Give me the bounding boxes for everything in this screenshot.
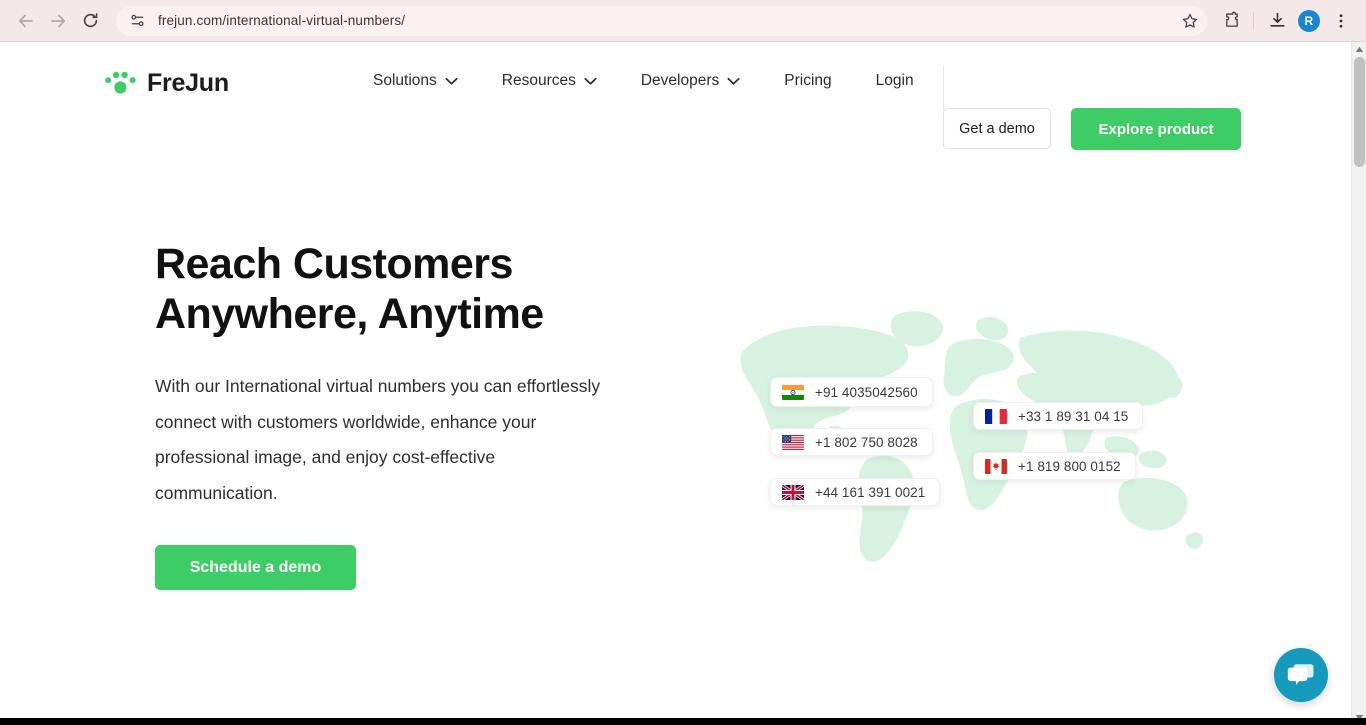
downloads-button[interactable] [1262, 6, 1292, 36]
nav-item-resources[interactable]: Resources [502, 72, 597, 90]
nav-label: Developers [641, 72, 719, 90]
scroll-up-arrow-icon [1355, 46, 1364, 53]
flag-uk-icon [782, 485, 804, 500]
scroll-up-button[interactable] [1352, 42, 1366, 57]
reload-button[interactable] [74, 5, 106, 37]
three-dot-menu-icon [1332, 12, 1350, 30]
profile-button[interactable]: R [1294, 6, 1324, 36]
nav-label: Resources [502, 72, 576, 90]
nav-label: Pricing [784, 72, 831, 90]
nav-item-solutions[interactable]: Solutions [373, 72, 458, 90]
address-bar[interactable]: frejun.com/international-virtual-numbers… [116, 6, 1207, 36]
forward-arrow-icon [48, 11, 68, 31]
heading-line-2: Anywhere, Anytime [155, 290, 544, 338]
site-logo[interactable]: FreJun [104, 69, 229, 98]
avatar: R [1298, 10, 1320, 32]
page-title: Reach Customers Anywhere, Anytime [155, 239, 675, 340]
site-header: FreJun Solutions Resources Developers Pr… [0, 42, 1351, 172]
hero-description: With our International virtual numbers y… [155, 369, 617, 511]
explore-product-button[interactable]: Explore product [1071, 108, 1241, 150]
frejun-paw-logo-icon [104, 70, 138, 98]
tune-sliders-icon [129, 12, 146, 29]
phone-number-card-canada[interactable]: +1 819 800 0152 [973, 452, 1136, 480]
page-bottom-edge [0, 718, 1366, 725]
site-settings-icon[interactable] [124, 8, 150, 34]
heading-line-1: Reach Customers [155, 240, 513, 288]
phone-number: +1 819 800 0152 [1018, 459, 1121, 474]
phone-number: +33 1 89 31 04 15 [1018, 409, 1128, 424]
primary-navigation: Solutions Resources Developers Pricing L… [373, 72, 914, 90]
back-arrow-icon [16, 11, 36, 31]
scrollbar-thumb[interactable] [1354, 57, 1365, 167]
chevron-down-icon [727, 77, 740, 86]
flag-france-icon [985, 409, 1007, 424]
reload-icon [81, 11, 100, 30]
page-scrollbar[interactable] [1351, 42, 1366, 725]
flag-usa-icon [782, 435, 804, 450]
chevron-down-icon [584, 77, 597, 86]
get-a-demo-button[interactable]: Get a demo [943, 108, 1051, 149]
phone-number: +91 4035042560 [815, 385, 918, 400]
extensions-button[interactable] [1217, 6, 1247, 36]
extensions-puzzle-icon [1223, 11, 1242, 30]
star-icon [1181, 12, 1199, 30]
logo-text: FreJun [147, 69, 229, 98]
header-divider [943, 66, 944, 110]
chat-bubbles-icon [1287, 662, 1315, 688]
url-text: frejun.com/international-virtual-numbers… [158, 13, 405, 28]
phone-number-card-france[interactable]: +33 1 89 31 04 15 [973, 402, 1143, 430]
page-viewport: FreJun Solutions Resources Developers Pr… [0, 42, 1366, 718]
flag-canada-icon [985, 459, 1007, 474]
bookmark-button[interactable] [1177, 8, 1203, 34]
nav-item-developers[interactable]: Developers [641, 72, 740, 90]
back-button[interactable] [10, 5, 42, 37]
nav-label: Solutions [373, 72, 437, 90]
phone-number: +1 802 750 8028 [815, 435, 918, 450]
nav-item-pricing[interactable]: Pricing [784, 72, 831, 90]
chrome-menu-button[interactable] [1326, 6, 1356, 36]
schedule-a-demo-button[interactable]: Schedule a demo [155, 545, 356, 590]
phone-number: +44 161 391 0021 [815, 485, 925, 500]
phone-number-card-india[interactable]: +91 4035042560 [770, 377, 933, 407]
browser-toolbar: frejun.com/international-virtual-numbers… [0, 0, 1366, 41]
forward-button[interactable] [42, 5, 74, 37]
nav-item-login[interactable]: Login [876, 72, 914, 90]
flag-india-icon [782, 385, 804, 400]
phone-number-card-uk[interactable]: +44 161 391 0021 [770, 478, 940, 506]
download-icon [1268, 11, 1287, 30]
toolbar-divider [1253, 12, 1254, 29]
chevron-down-icon [445, 77, 458, 86]
hero-illustration: +91 4035042560 +33 1 89 31 04 15 [720, 292, 1210, 582]
nav-label: Login [876, 72, 914, 90]
phone-number-card-usa[interactable]: +1 802 750 8028 [770, 428, 933, 456]
chat-widget-button[interactable] [1274, 648, 1328, 702]
